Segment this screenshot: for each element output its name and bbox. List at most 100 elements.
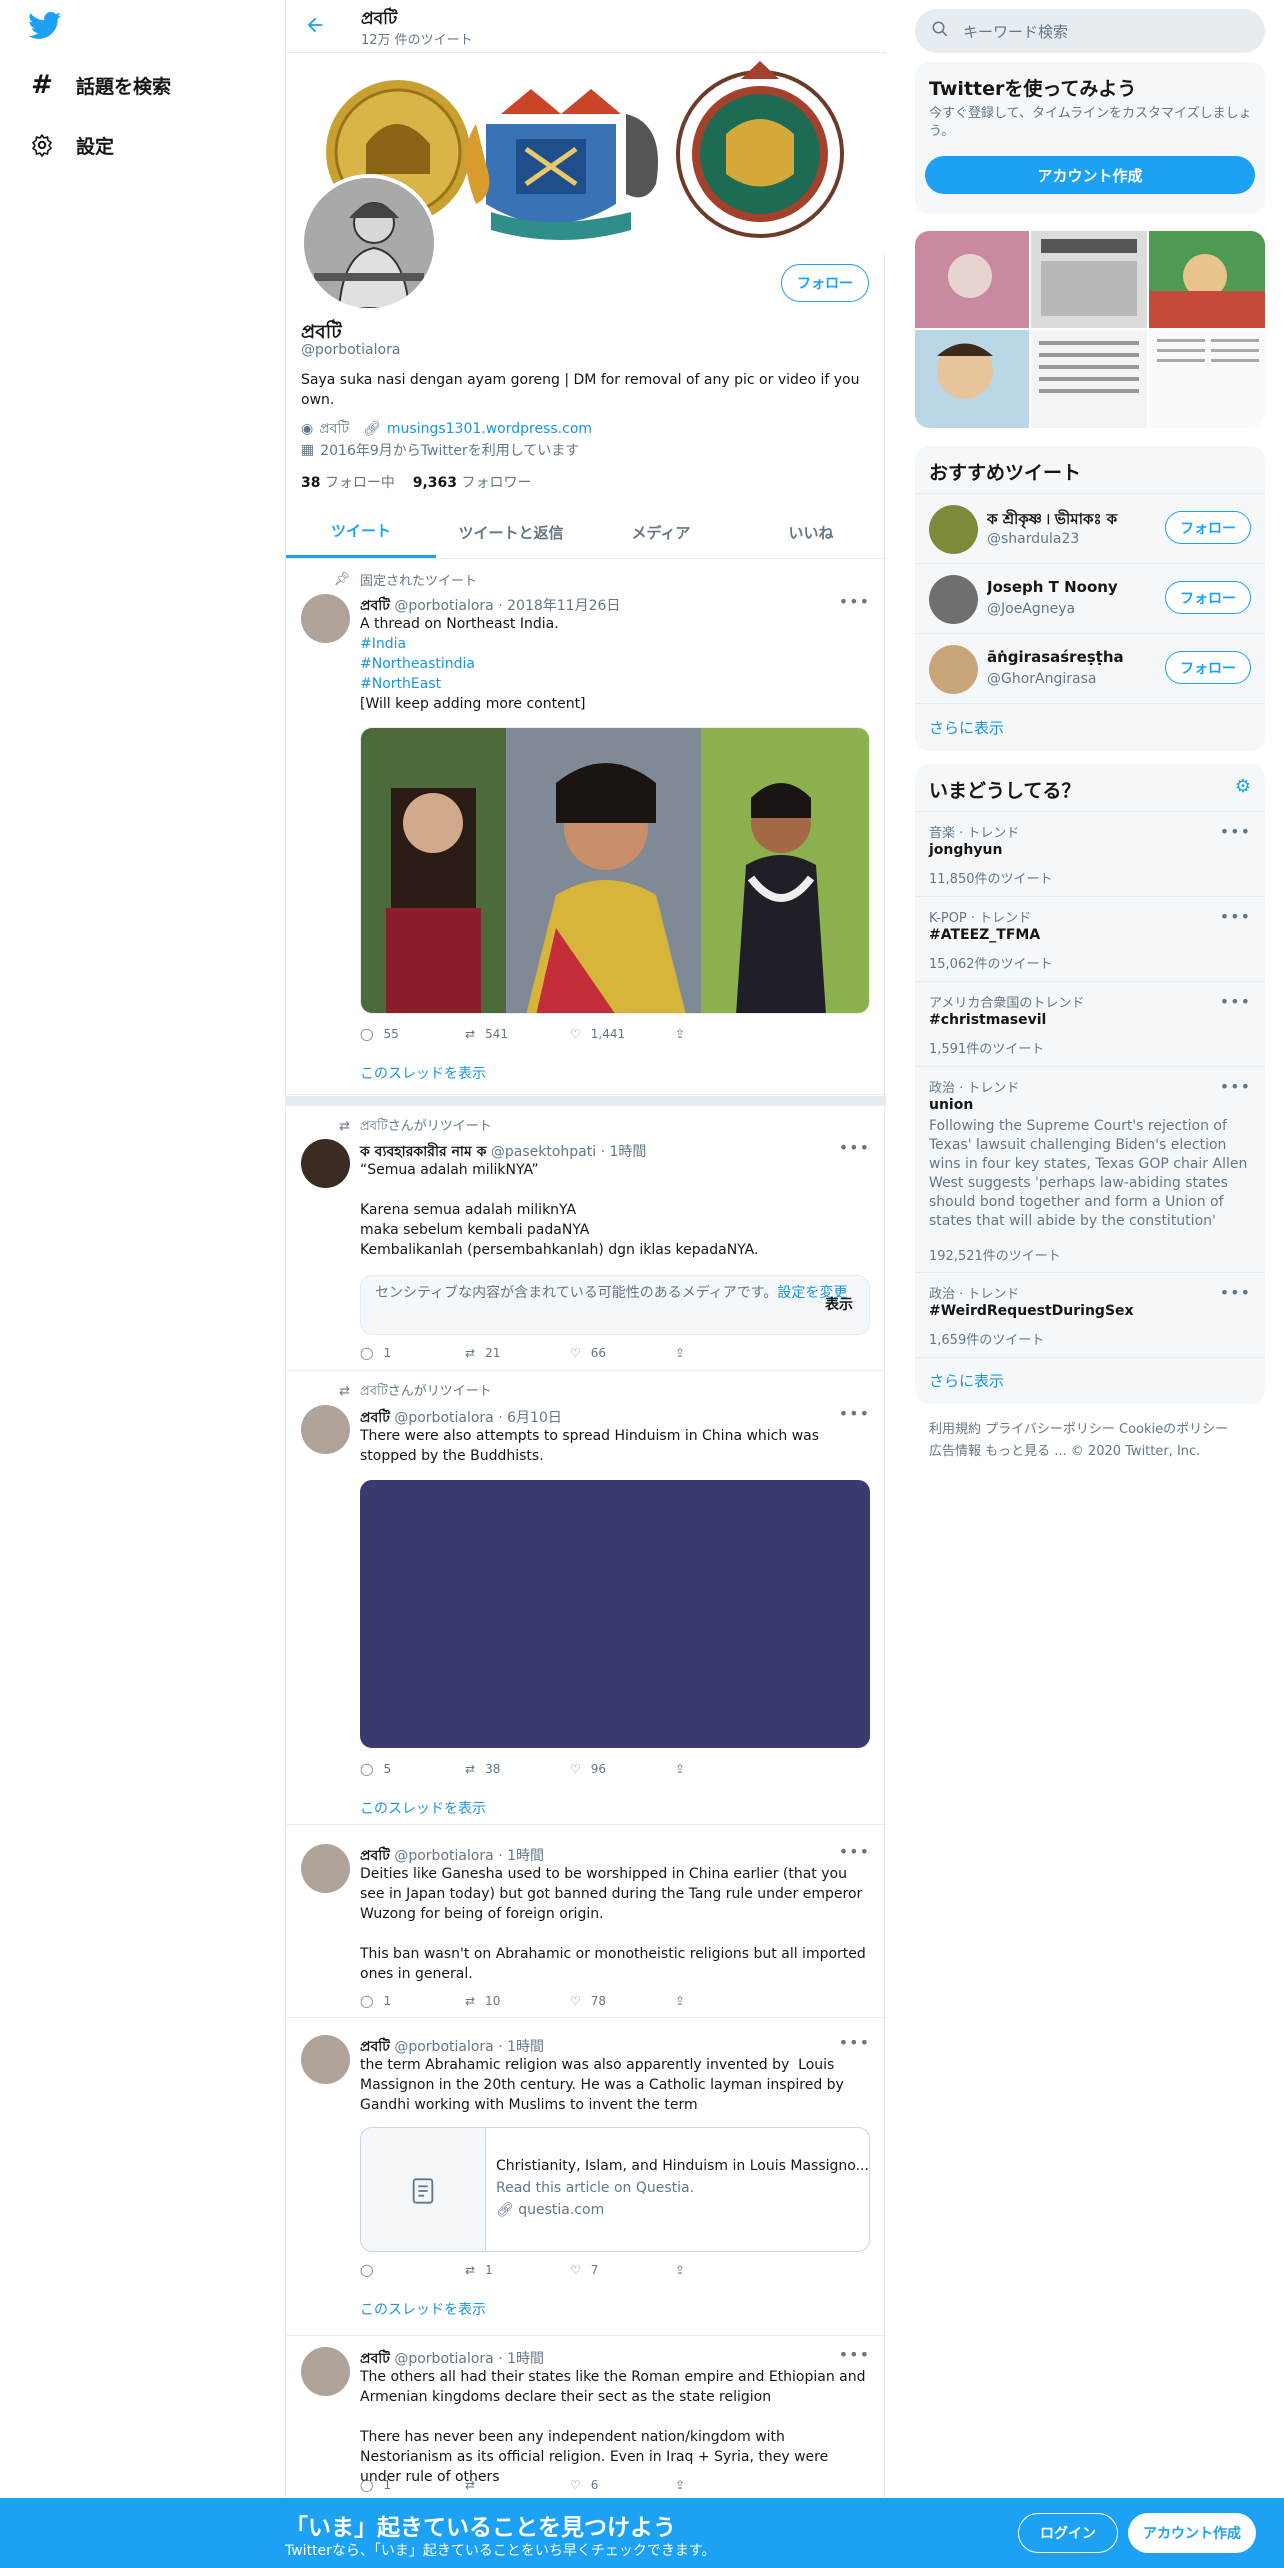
share-button[interactable]: ⇪ [675,1994,780,2008]
tweet-retweet-1[interactable]: ⇄ প্রবটিさんがリツイート ক ব্যবহারকারীর নাম ক @p… [286,1106,886,1371]
share-button[interactable]: ⇪ [675,2263,780,2277]
share-button[interactable]: ⇪ [675,1762,780,1776]
like-button[interactable]: ♡ 1,441 [570,1027,675,1041]
reply-button[interactable]: ◯ [360,2263,465,2277]
tweet-avatar[interactable] [301,1405,350,1454]
like-button[interactable]: ♡ 96 [570,1762,675,1776]
show-media-button[interactable]: 表示 [825,1296,853,1315]
trend-item[interactable]: 政治 · トレンド #WeirdRequestDuringSex 1,659件の… [915,1272,1265,1357]
retweet-button[interactable]: ⇄ 38 [465,1762,570,1776]
tab-tweets[interactable]: ツイート [286,506,436,558]
login-button[interactable]: ログイン [1018,2513,1118,2553]
trend-item[interactable]: アメリカ合衆国のトレンド #christmasevil 1,591件のツイート … [915,981,1265,1066]
tweet-avatar[interactable] [301,1139,350,1188]
follow-button[interactable]: フォロー [781,264,869,302]
more-icon[interactable]: ••• [839,2033,870,2052]
follow-button[interactable]: フォロー [1165,511,1251,544]
retweet-button[interactable]: ⇄ 541 [465,1027,570,1041]
avatar[interactable] [929,505,978,554]
search-box[interactable]: キーワード検索 [915,9,1265,53]
more-icon[interactable]: ••• [839,1138,870,1157]
tab-media[interactable]: メディア [586,506,736,558]
show-thread-link[interactable]: このスレッドを表示 [360,1063,486,1083]
tweet-retweet-2[interactable]: ⇄ প্রবটিさんがリツイート প্রবটি @porbotialora · … [286,1372,886,1825]
like-button[interactable]: ♡ 6 [570,2478,675,2492]
profile-url[interactable]: musings1301.wordpress.com [387,421,592,437]
show-thread-link[interactable]: このスレッドを表示 [360,1798,486,1818]
hashtag-link[interactable]: #India [360,636,406,652]
tweet-avatar[interactable] [301,2035,350,2084]
follow-button[interactable]: フォロー [1165,651,1251,684]
tab-tweets-replies[interactable]: ツイートと返信 [436,506,586,558]
recommend-item[interactable]: āṅgirasaśreṣṭha @GhorAngirasa フォロー [915,633,1265,703]
trend-item[interactable]: K-POP · トレンド #ATEEZ_TFMA 15,062件のツイート ••… [915,896,1265,981]
trend-item[interactable]: 音楽 · トレンド jonghyun 11,850件のツイート ••• [915,811,1265,896]
recommend-item[interactable]: ক শ্রীকৃষ্ণ ৷ ভীমাকঃ ক @shardula23 フォロー [915,493,1265,563]
retweet-button[interactable]: ⇄ 10 [465,1994,570,2008]
tweet-photo-collage[interactable] [360,727,870,1014]
tweet-actions: ◯ 1 ⇄ 21 ♡ 66 ⇪ [360,1346,780,1360]
retweet-button[interactable]: ⇄ [465,2478,570,2492]
share-button[interactable]: ⇪ [675,2478,780,2492]
tweet-5[interactable]: প্রবটি @porbotialora · 1時間 ••• the term … [286,2019,886,2336]
tweet-4[interactable]: প্রবটি @porbotialora · 1時間 ••• Deities l… [286,1826,886,2018]
retweet-button[interactable]: ⇄ 1 [465,2263,570,2277]
trends-show-more-link[interactable]: さらに表示 [929,1370,1004,1391]
avatar[interactable] [929,575,978,624]
search-input[interactable]: キーワード検索 [963,21,1068,42]
more-icon[interactable]: ••• [1220,992,1251,1011]
avatar[interactable] [929,645,978,694]
tweet-6[interactable]: প্রবটি @porbotialora · 1時間 ••• The other… [286,2337,886,2507]
footer-links[interactable]: 利用規約 プライバシーポリシー Cookieのポリシー 広告情報 もっと見る .… [929,1419,1259,1463]
tab-likes[interactable]: いいね [736,506,886,558]
profile-header-bar: প্রবটি 12万 件のツイート [286,0,886,53]
show-thread-link[interactable]: このスレッドを表示 [360,2299,486,2319]
tweet-pinned[interactable]: 📌︎ 固定されたツイート প্রবটি @porbotialora · 2018… [286,560,886,1095]
more-icon[interactable]: ••• [1220,1283,1251,1302]
gear-icon[interactable]: ⚙︎ [1235,776,1251,797]
reply-button[interactable]: ◯ 5 [360,1762,465,1776]
tweet-avatar[interactable] [301,2347,350,2396]
share-button[interactable]: ⇪ [675,1027,780,1041]
follow-button[interactable]: フォロー [1165,581,1251,614]
hashtag-link[interactable]: #Northeastindia [360,656,475,672]
more-icon[interactable]: ••• [839,1842,870,1861]
tweet-avatar[interactable] [301,1844,350,1893]
like-button[interactable]: ♡ 66 [570,1346,675,1360]
following-stat[interactable]: 38 フォロー中 [301,475,395,491]
trend-item[interactable]: 政治 · トレンド union Following the Supreme Co… [915,1066,1265,1272]
share-button[interactable]: ⇪ [675,1346,780,1360]
reply-button[interactable]: ◯ 1 [360,1994,465,2008]
reply-button[interactable]: ◯ 1 [360,2478,465,2492]
more-icon[interactable]: ••• [839,2345,870,2364]
reply-button[interactable]: ◯ 1 [360,1346,465,1360]
more-icon[interactable]: ••• [1220,1077,1251,1096]
like-button[interactable]: ♡ 7 [570,2263,675,2277]
link-card[interactable]: Christianity, Islam, and Hinduism in Lou… [360,2127,870,2252]
heart-icon: ♡ [570,2263,581,2277]
recommend-item[interactable]: Joseph T Noony @JoeAgneya フォロー [915,563,1265,633]
show-more-link[interactable]: さらに表示 [929,717,1004,738]
more-icon[interactable]: ••• [839,592,870,611]
nav-explore[interactable]: # 話題を検索 [28,65,171,105]
back-arrow-icon[interactable] [304,14,330,40]
like-button[interactable]: ♡ 78 [570,1994,675,2008]
tweet-text: The others all had their states like the… [360,2369,866,2485]
more-icon[interactable]: ••• [839,1404,870,1423]
reply-button[interactable]: ◯ 55 [360,1027,465,1041]
signup-title: Twitterを使ってみよう [929,78,1137,100]
profile-avatar[interactable] [300,174,438,312]
more-icon[interactable]: ••• [1220,907,1251,926]
followers-stat[interactable]: 9,363 フォロワー [413,475,532,491]
twitter-logo-icon[interactable] [28,12,62,40]
nav-settings[interactable]: 設定 [28,125,114,165]
retweet-button[interactable]: ⇄ 21 [465,1346,570,1360]
signup-button[interactable]: アカウント作成 [1128,2513,1256,2553]
hashtag-link[interactable]: #NorthEast [360,676,441,692]
tweet-media-placeholder[interactable] [360,1480,870,1748]
media-thumbnail-grid[interactable] [915,231,1265,428]
tweet-avatar[interactable] [301,594,350,643]
more-icon[interactable]: ••• [1220,822,1251,841]
tweet-text: There were also attempts to spread Hindu… [360,1428,824,1464]
create-account-button[interactable]: アカウント作成 [925,156,1255,194]
